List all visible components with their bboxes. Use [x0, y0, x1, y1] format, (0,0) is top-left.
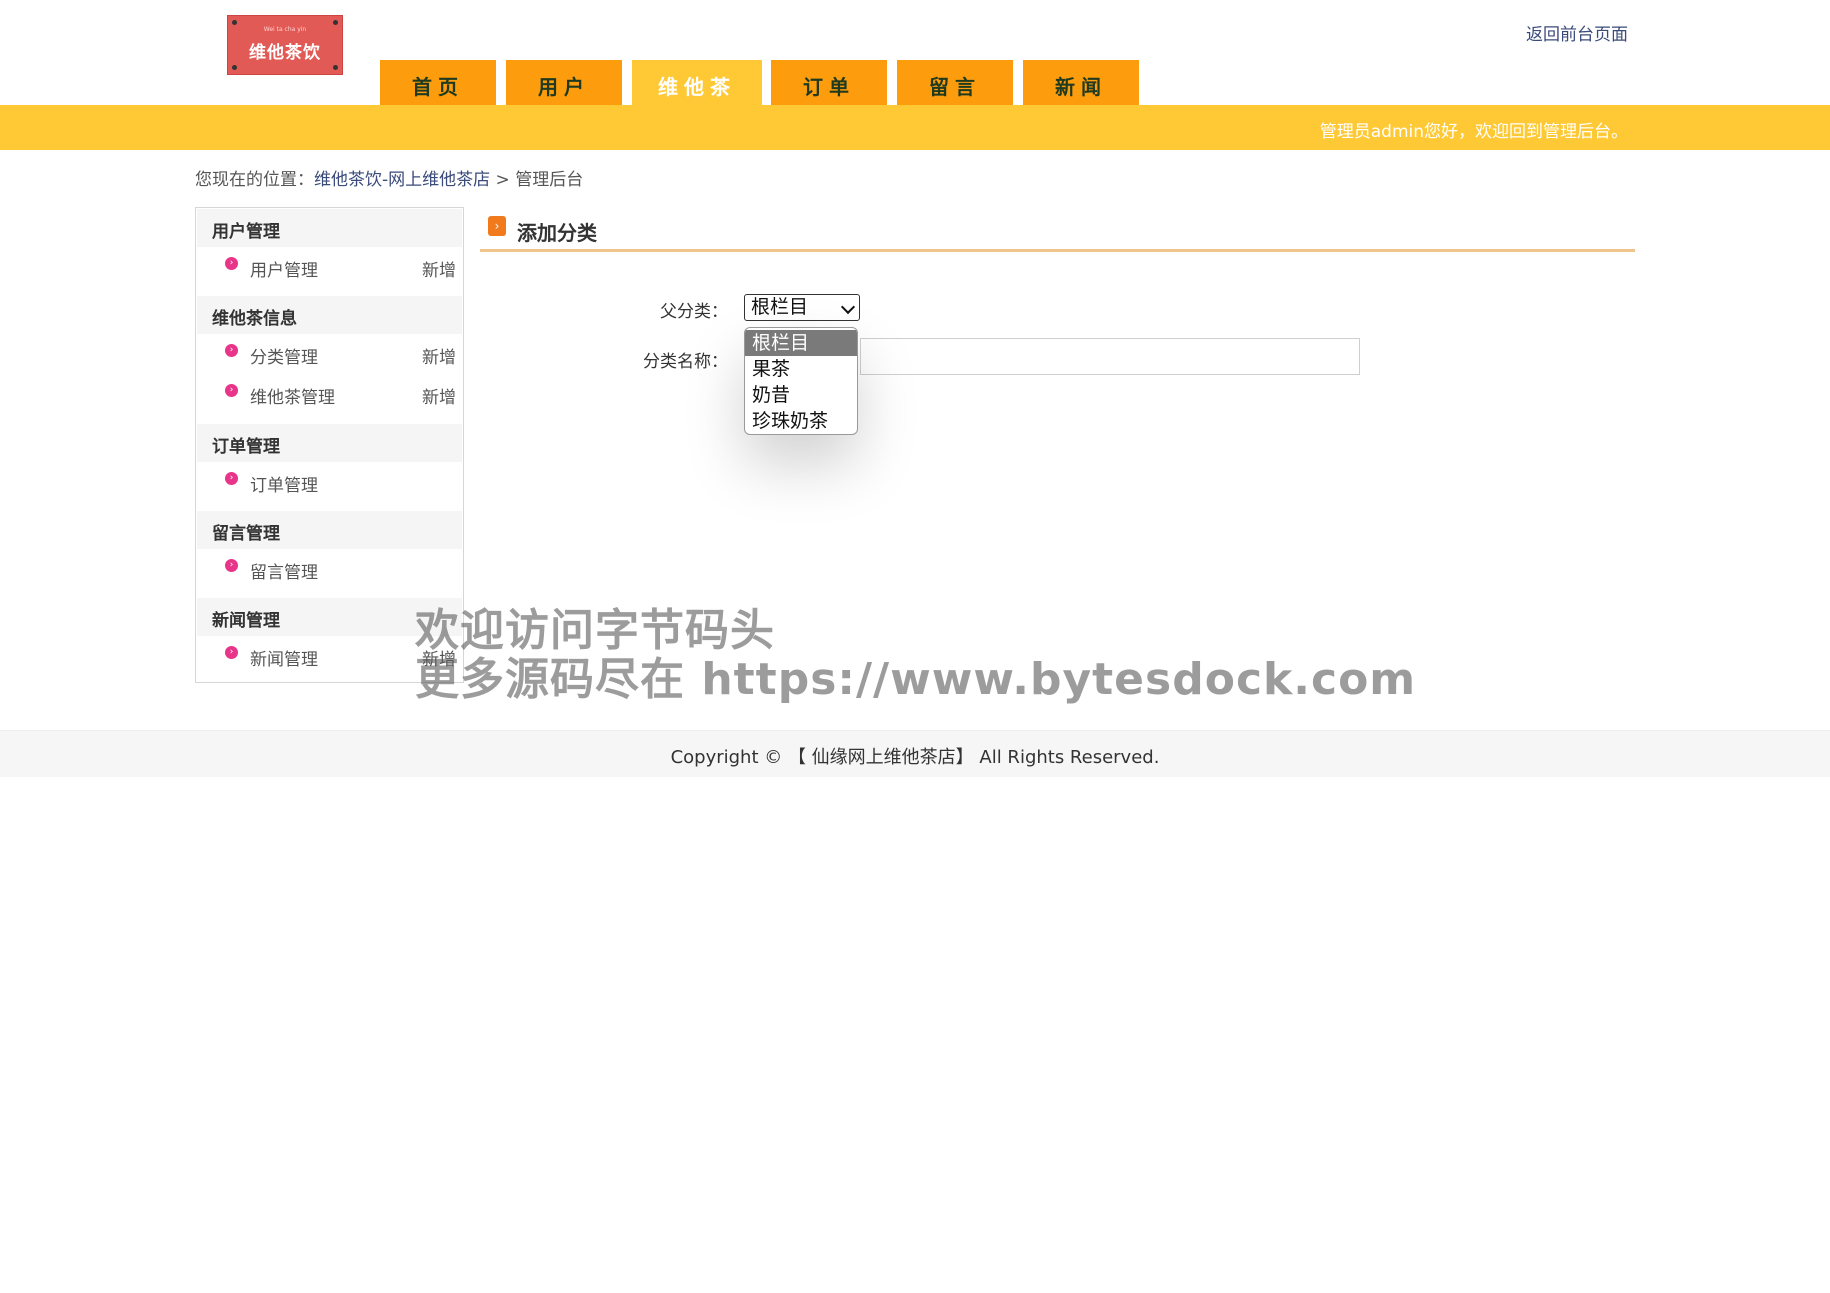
parent-category-label: 父分类： [660, 302, 728, 322]
chevron-down-icon [840, 299, 856, 315]
breadcrumb-current: 管理后台 [515, 170, 584, 190]
tab-news[interactable]: 新闻 [1023, 60, 1139, 105]
breadcrumb-site-link[interactable]: 维他茶饮-网上维他茶店 [314, 170, 490, 190]
sidebar-group-title: 新闻管理 [212, 611, 280, 631]
sidebar-group-orders: 订单管理 [197, 424, 462, 462]
dropdown-option[interactable]: 奶昔 [745, 382, 857, 408]
sidebar-group-users: 用户管理 [197, 209, 462, 247]
back-to-frontend-link[interactable]: 返回前台页面 [1526, 20, 1628, 45]
sidebar-group-tea-info: 维他茶信息 [197, 296, 462, 334]
sidebar-item-order-manage[interactable]: › 订单管理 [197, 463, 462, 501]
sidebar-group-messages: 留言管理 [197, 511, 462, 549]
sidebar-item-label[interactable]: 订单管理 [250, 471, 318, 496]
sidebar-group-title: 留言管理 [212, 524, 280, 544]
chevron-right-icon: › [225, 646, 238, 659]
dropdown-option[interactable]: 根栏目 [745, 330, 857, 356]
tab-tea[interactable]: 维他茶 [632, 60, 762, 105]
page-title: 添加分类 [517, 221, 597, 245]
category-name-input[interactable] [860, 338, 1360, 375]
copyright-text: Copyright © 【 仙缘网上维他茶店】 All Rights Reser… [670, 747, 1160, 768]
sidebar-item-message-manage[interactable]: › 留言管理 [197, 550, 462, 588]
tab-messages[interactable]: 留言 [897, 60, 1013, 105]
chevron-right-icon: › [225, 344, 238, 357]
sidebar-item-label[interactable]: 留言管理 [250, 558, 318, 583]
tab-orders[interactable]: 订单 [771, 60, 887, 105]
dropdown-option[interactable]: 珍珠奶茶 [745, 408, 857, 434]
sidebar-item-tea-manage[interactable]: › 维他茶管理 新增 [197, 375, 462, 413]
welcome-text: 管理员admin您好，欢迎回到管理后台。 [1319, 122, 1628, 142]
sidebar-group-title: 订单管理 [212, 437, 280, 457]
logo-brand: 维他茶饮 [249, 43, 321, 63]
sidebar-add-tea-link[interactable]: 新增 [422, 383, 456, 408]
sidebar-add-user-link[interactable]: 新增 [422, 256, 456, 281]
chevron-right-icon: › [225, 257, 238, 270]
parent-category-value: 根栏目 [751, 296, 809, 318]
parent-category-select[interactable]: 根栏目 [744, 294, 860, 321]
chevron-right-icon: › [225, 384, 238, 397]
footer: Copyright © 【 仙缘网上维他茶店】 All Rights Reser… [0, 730, 1830, 777]
sidebar-item-label[interactable]: 维他茶管理 [250, 383, 335, 408]
sidebar-item-label[interactable]: 新闻管理 [250, 645, 318, 670]
dropdown-option[interactable]: 果茶 [745, 356, 857, 382]
breadcrumb-prefix: 您现在的位置： [195, 170, 314, 190]
tab-users[interactable]: 用户 [506, 60, 622, 105]
category-name-label: 分类名称： [643, 352, 728, 372]
title-divider [480, 249, 1635, 252]
sidebar-group-title: 用户管理 [212, 222, 280, 242]
tab-home[interactable]: 首页 [380, 60, 496, 105]
sidebar-group-title: 维他茶信息 [212, 309, 297, 329]
site-logo[interactable]: Wei ta cha yin 维他茶饮 [227, 15, 343, 75]
breadcrumb-separator: > [490, 170, 516, 190]
sidebar-item-label[interactable]: 分类管理 [250, 343, 318, 368]
sidebar-add-category-link[interactable]: 新增 [422, 343, 456, 368]
parent-category-dropdown: 根栏目 果茶 奶昔 珍珠奶茶 [744, 327, 858, 435]
logo-subtitle: Wei ta cha yin [263, 26, 307, 33]
chevron-right-icon: › [225, 559, 238, 572]
sidebar-item-label[interactable]: 用户管理 [250, 256, 318, 281]
breadcrumb: 您现在的位置：维他茶饮-网上维他茶店 > 管理后台 [195, 165, 583, 190]
arrow-right-icon: › [488, 216, 506, 236]
sidebar-item-category-manage[interactable]: › 分类管理 新增 [197, 335, 462, 373]
sidebar-item-user-manage[interactable]: › 用户管理 新增 [197, 248, 462, 286]
watermark-line-2: 更多源码尽在 https://www.bytesdock.com [415, 654, 1417, 705]
chevron-right-icon: › [225, 472, 238, 485]
welcome-banner: 管理员admin您好，欢迎回到管理后台。 [0, 105, 1830, 150]
